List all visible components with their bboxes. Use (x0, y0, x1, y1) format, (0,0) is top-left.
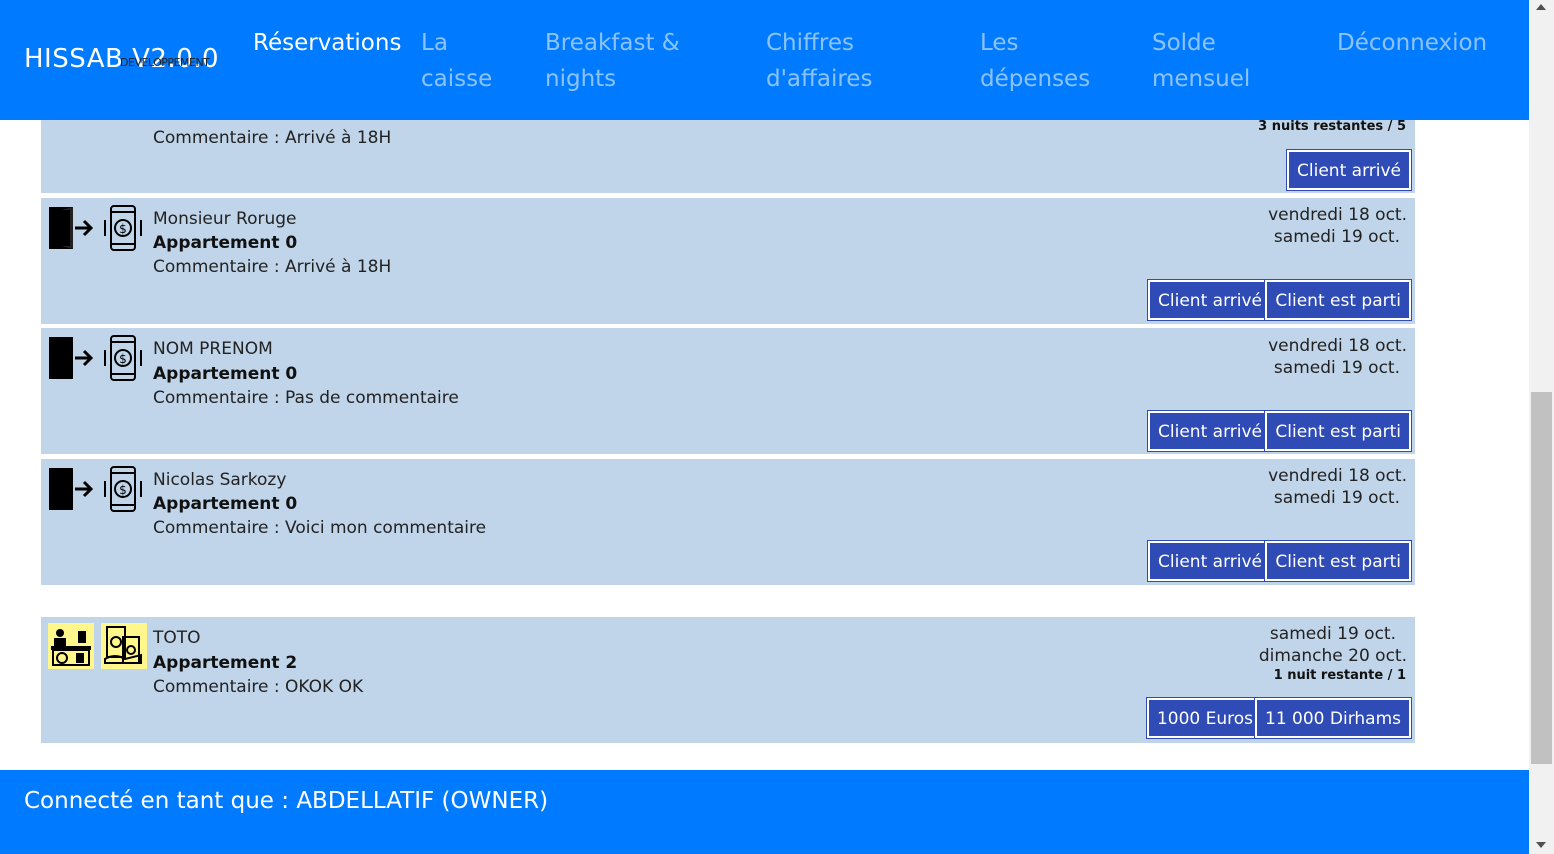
apartment-label: Appartement 0 (153, 364, 298, 384)
reservation-row: $ NOM PRENOM Appartement 0 Commentaire :… (41, 328, 1415, 454)
reservation-dates: vendredi 18 oct. samedi 19 oct. (1268, 204, 1407, 248)
scrollbar-thumb[interactable] (1531, 392, 1552, 764)
nights-remaining: 1 nuit restante / 1 (1273, 668, 1406, 683)
date-start: samedi 19 oct. (1269, 624, 1396, 644)
client-name: NOM PRENOM (153, 339, 273, 359)
environment-label: DEVELOPPEMENT (120, 56, 210, 69)
client-arrived-button[interactable]: Client arrivé (1147, 540, 1273, 582)
date-start: vendredi 18 oct. (1268, 336, 1407, 356)
reservation-comment: Commentaire : Arrivé à 18H (153, 128, 392, 148)
reservation-comment: Commentaire : Arrivé à 18H (153, 257, 392, 277)
date-end: dimanche 20 oct. (1258, 646, 1407, 666)
vertical-scrollbar[interactable] (1529, 0, 1554, 854)
date-start: vendredi 18 oct. (1268, 466, 1407, 486)
nav-la-caisse[interactable]: La caisse (421, 25, 511, 97)
cash-hand-icon (101, 623, 147, 669)
nights-remaining: 3 nuits restantes / 5 (1258, 119, 1406, 134)
scroll-down-icon[interactable] (1536, 842, 1546, 848)
client-name: Nicolas Sarkozy (153, 470, 287, 490)
svg-text:$: $ (119, 352, 127, 366)
client-left-button[interactable]: Client est parti (1264, 279, 1412, 321)
client-name: Monsieur Roruge (153, 209, 297, 229)
apartment-label: Appartement 2 (153, 653, 298, 673)
reservation-comment: Commentaire : OKOK OK (153, 677, 364, 697)
reservation-comment: Commentaire : Pas de commentaire (153, 388, 459, 408)
nav-breakfast-nights[interactable]: Breakfast & nights (545, 25, 695, 97)
date-end: samedi 19 oct. (1273, 227, 1400, 247)
reservation-dates: samedi 19 oct. dimanche 20 oct. (1259, 623, 1407, 667)
logged-in-user: Connecté en tant que : ABDELLATIF (OWNER… (24, 788, 549, 814)
nav-deconnexion[interactable]: Déconnexion (1337, 25, 1507, 61)
client-arrived-button[interactable]: Client arrivé (1147, 279, 1273, 321)
top-navbar: HISSAB V2.0.0 DEVELOPPEMENT Réservations… (0, 0, 1529, 120)
apartment-label: Appartement 0 (153, 494, 298, 514)
exit-door-icon (47, 334, 94, 382)
nav-reservations[interactable]: Réservations (253, 25, 413, 61)
nav-chiffres-affaires[interactable]: Chiffres d'affaires (766, 25, 886, 97)
exit-door-icon (47, 204, 94, 252)
nav-solde-mensuel[interactable]: Solde mensuel (1152, 25, 1262, 97)
page: Commentaire : Arrivé à 18H 3 nuits resta… (0, 0, 1529, 854)
reservation-row: $ Nicolas Sarkozy Appartement 0 Commenta… (41, 459, 1415, 585)
exit-door-icon (47, 465, 94, 513)
reception-desk-icon (48, 623, 94, 669)
svg-text:$: $ (119, 483, 127, 497)
reservation-row: TOTO Appartement 2 Commentaire : OKOK OK… (41, 617, 1415, 743)
reservation-comment: Commentaire : Voici mon commentaire (153, 518, 487, 538)
payment-euros-button[interactable]: 1000 Euros (1145, 697, 1265, 739)
apartment-label: Appartement 0 (153, 233, 298, 253)
client-left-button[interactable]: Client est parti (1264, 540, 1412, 582)
mobile-payment-icon: $ (103, 465, 149, 513)
date-end: samedi 19 oct. (1273, 488, 1400, 508)
mobile-payment-icon: $ (103, 204, 149, 252)
client-name: TOTO (153, 628, 201, 648)
svg-text:$: $ (119, 222, 127, 236)
mobile-payment-icon: $ (103, 334, 149, 382)
client-arrived-button[interactable]: Client arrivé (1147, 410, 1273, 452)
reservation-row: $ Monsieur Roruge Appartement 0 Commenta… (41, 198, 1415, 324)
payment-dirhams-button[interactable]: 11 000 Dirhams (1254, 697, 1412, 739)
date-start: vendredi 18 oct. (1268, 205, 1407, 225)
nav-les-depenses[interactable]: Les dépenses (980, 25, 1110, 97)
footer: Connecté en tant que : ABDELLATIF (OWNER… (0, 770, 1529, 854)
client-arrived-button[interactable]: Client arrivé (1286, 149, 1412, 191)
date-end: samedi 19 oct. (1273, 358, 1400, 378)
client-left-button[interactable]: Client est parti (1264, 410, 1412, 452)
reservation-dates: vendredi 18 oct. samedi 19 oct. (1268, 335, 1407, 379)
reservation-dates: vendredi 18 oct. samedi 19 oct. (1268, 465, 1407, 509)
scroll-up-icon[interactable] (1536, 4, 1546, 10)
